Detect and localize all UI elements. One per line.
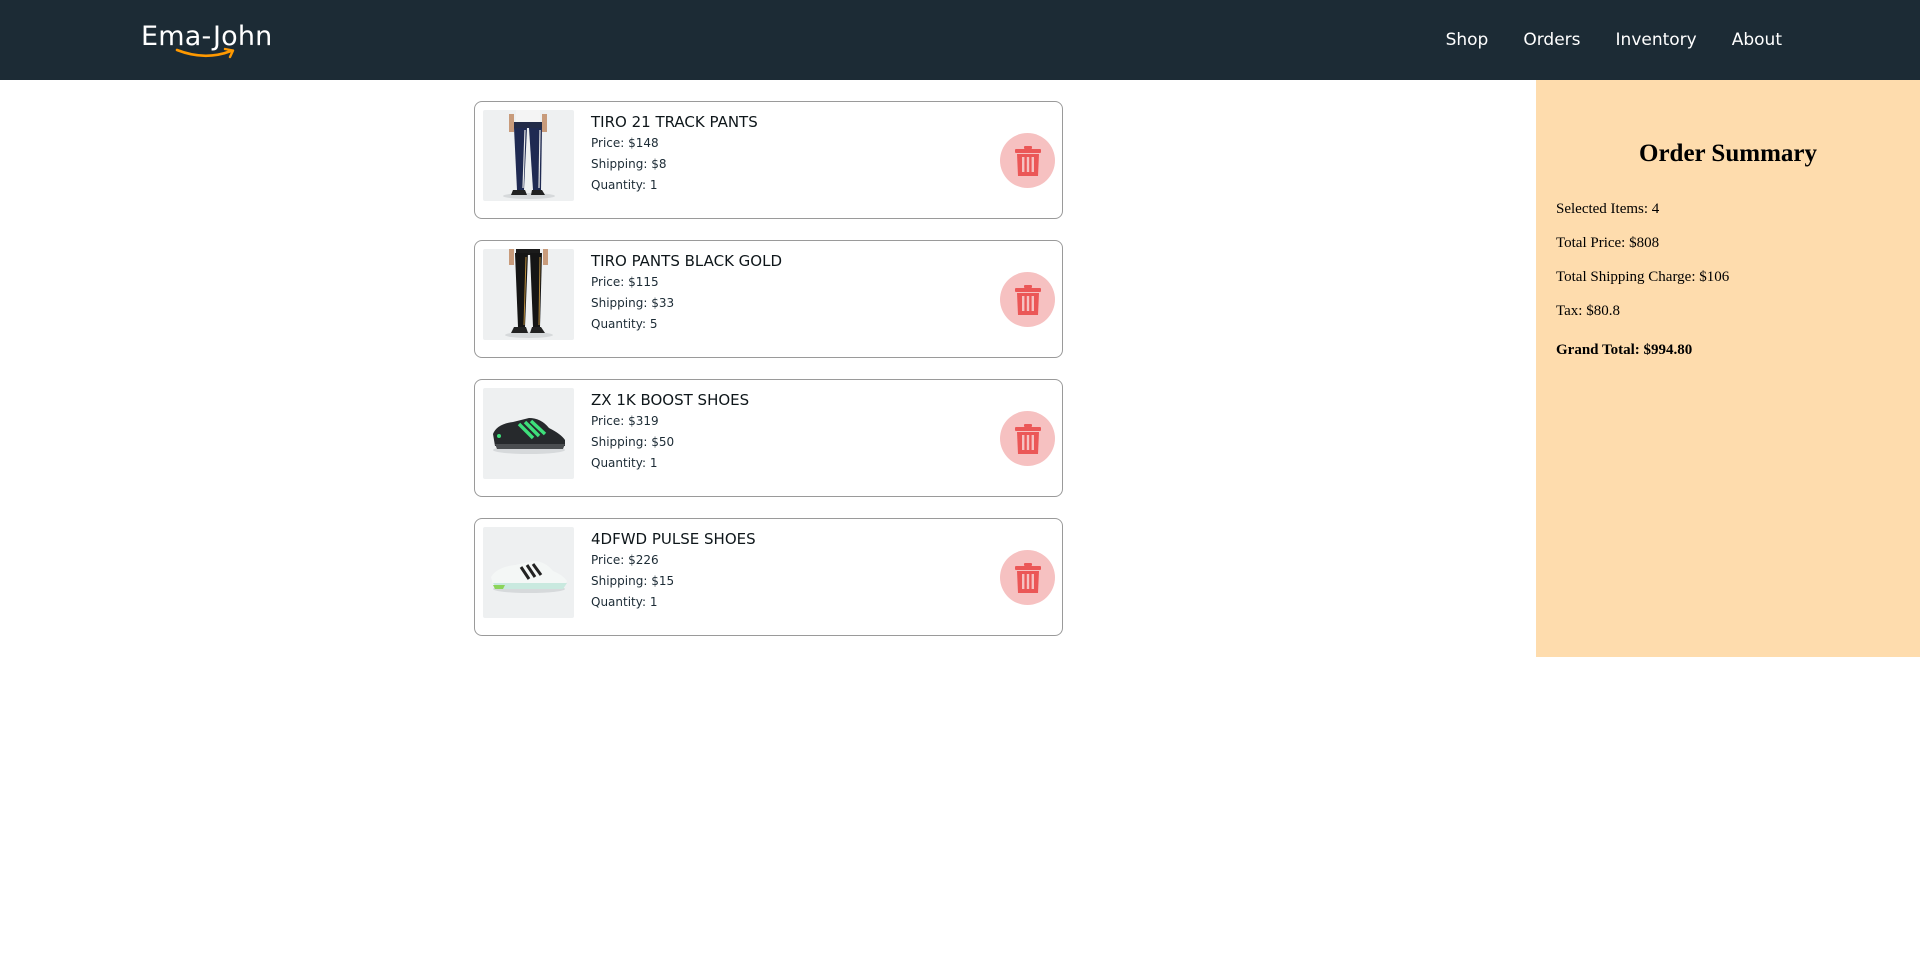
item-price: Price: $148 (591, 136, 659, 150)
cart-item: ZX 1K BOOST SHOES Price: $319 Shipping: … (474, 379, 1063, 497)
item-price: Price: $226 (591, 553, 659, 567)
order-summary-title: Order Summary (1639, 140, 1817, 167)
total-price: Total Price: $808 (1556, 235, 1660, 251)
cart-item-list: TIRO 21 TRACK PANTS Price: $148 Shipping… (474, 101, 1063, 657)
order-summary-panel: Order Summary Selected Items: 4 Total Pr… (1536, 80, 1920, 657)
trash-icon (1014, 562, 1041, 593)
item-shipping: Shipping: $15 (591, 574, 675, 588)
item-quantity: Quantity: 1 (591, 178, 658, 192)
nav-about[interactable]: About (1732, 30, 1782, 50)
cart-item: 4DFWD PULSE SHOES Price: $226 Shipping: … (474, 518, 1063, 636)
item-name: ZX 1K BOOST SHOES (591, 391, 750, 409)
delete-item-button[interactable] (1000, 133, 1055, 188)
item-name: TIRO 21 TRACK PANTS (591, 113, 758, 131)
delete-item-button[interactable] (1000, 411, 1055, 466)
selected-items-count: Selected Items: 4 (1556, 201, 1660, 217)
item-quantity: Quantity: 1 (591, 595, 658, 609)
nav-orders[interactable]: Orders (1523, 30, 1580, 50)
cart-item: TIRO PANTS BLACK GOLD Price: $115 Shippi… (474, 240, 1063, 358)
item-shipping: Shipping: $8 (591, 157, 667, 171)
item-name: TIRO PANTS BLACK GOLD (591, 252, 783, 270)
item-shipping: Shipping: $33 (591, 296, 675, 310)
nav-inventory[interactable]: Inventory (1616, 30, 1697, 50)
product-image (483, 110, 574, 201)
product-image (483, 527, 574, 618)
cart-item: TIRO 21 TRACK PANTS Price: $148 Shipping… (474, 101, 1063, 219)
grand-total: Grand Total: $994.80 (1556, 342, 1693, 358)
item-shipping: Shipping: $50 (591, 435, 675, 449)
trash-icon (1014, 423, 1041, 454)
track-pants-navy-icon (503, 110, 555, 199)
product-image (483, 388, 574, 479)
item-info: ZX 1K BOOST SHOES Price: $319 Shipping: … (591, 389, 749, 474)
item-price: Price: $319 (591, 414, 659, 428)
main-nav: Shop Orders Inventory About (1411, 0, 1782, 80)
item-quantity: Quantity: 5 (591, 317, 658, 331)
nav-shop[interactable]: Shop (1446, 30, 1489, 50)
top-navbar: Ema-John Shop Orders Inventory About (0, 0, 1920, 80)
product-image (483, 249, 574, 340)
delete-item-button[interactable] (1000, 550, 1055, 605)
item-name: 4DFWD PULSE SHOES (591, 530, 756, 548)
logo-link[interactable]: Ema-John (141, 20, 281, 64)
smile-arrow-icon (175, 47, 235, 59)
total-shipping-charge: Total Shipping Charge: $106 (1556, 269, 1730, 285)
sneaker-white-mint-icon (491, 561, 567, 593)
item-info: 4DFWD PULSE SHOES Price: $226 Shipping: … (591, 528, 756, 613)
sneaker-black-green-icon (493, 418, 565, 454)
delete-item-button[interactable] (1000, 272, 1055, 327)
item-price: Price: $115 (591, 275, 659, 289)
item-info: TIRO 21 TRACK PANTS Price: $148 Shipping… (591, 111, 758, 196)
trash-icon (1014, 145, 1041, 176)
tax-amount: Tax: $80.8 (1556, 303, 1620, 319)
track-pants-black-icon (505, 249, 553, 338)
trash-icon (1014, 284, 1041, 315)
item-info: TIRO PANTS BLACK GOLD Price: $115 Shippi… (591, 250, 782, 335)
item-quantity: Quantity: 1 (591, 456, 658, 470)
